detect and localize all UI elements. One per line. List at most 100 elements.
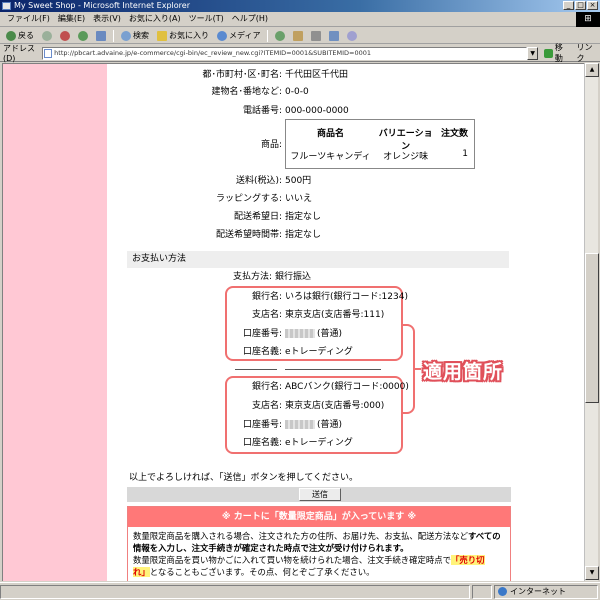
links-button[interactable]: リンク <box>576 42 600 64</box>
field-label: 建物名･番地など: <box>211 87 282 97</box>
product-label-row: 商品: <box>107 138 282 152</box>
menu-favorites[interactable]: お気に入り(A) <box>125 12 185 26</box>
notice-text: 数量限定商品を購入される場合、注文された方の住所、お届け先、お支払、配送方法など <box>133 531 468 541</box>
notice-line: 情報を入力し、注文手続きが確定された時点で注文が受け付けられます。 <box>133 543 409 553</box>
forward-button[interactable] <box>39 30 55 41</box>
toolbar-separator <box>267 29 269 42</box>
print-icon <box>311 30 322 41</box>
field-label: 都･市町村･区･町名: <box>202 70 282 80</box>
mail-button[interactable] <box>290 30 306 41</box>
address-row-city: 都･市町村･区･町名: 千代田区千代田 <box>107 68 507 82</box>
favorites-button[interactable]: お気に入り <box>154 29 212 43</box>
bank1-holder-row: 口座名義: eトレーディング <box>107 345 407 359</box>
address-bar: アドレス(D) http://pbcart.advaine.jp/e-comme… <box>0 42 600 64</box>
window-controls: _ □ × <box>563 1 598 10</box>
menu-bar: ファイル(F) 編集(E) 表示(V) お気に入り(A) ツール(T) ヘルプ(… <box>0 12 600 27</box>
minimize-button[interactable]: _ <box>563 1 574 10</box>
ie-app-icon <box>2 2 11 10</box>
field-value: 指定なし <box>285 212 322 222</box>
edit-icon <box>329 30 340 41</box>
close-button[interactable]: × <box>587 1 598 10</box>
messenger-icon <box>347 30 358 41</box>
notice-emphasis: すべての <box>468 531 501 541</box>
status-zone: インターネット <box>494 584 598 599</box>
field-value: (普通) <box>285 327 342 341</box>
refresh-button[interactable] <box>75 30 91 41</box>
search-label: 検索 <box>133 30 149 40</box>
forward-arrow-icon <box>42 30 52 41</box>
messenger-button[interactable] <box>344 30 360 41</box>
order-row-wrapping: ラッピングする: いいえ <box>107 192 507 206</box>
window-titlebar: My Sweet Shop - Microsoft Internet Explo… <box>0 0 600 12</box>
scroll-thumb[interactable] <box>585 253 599 403</box>
field-value: eトレーディング <box>285 347 353 357</box>
bank2-name-row: 銀行名: ABCバンク(銀行コード:0000) <box>107 380 409 394</box>
notice-text: となることもございます。その点、何とぞご了承ください。 <box>149 567 375 577</box>
notice-text: 数量限定商品を買い物かごに入れて買い物を続けられた場合、注文手続き確定時点で <box>133 555 451 565</box>
field-label: 口座名義: <box>242 438 282 448</box>
field-label: 配送希望時間帯: <box>215 230 282 240</box>
go-button[interactable]: 移動 <box>544 42 570 64</box>
scroll-down-button[interactable]: ▼ <box>585 566 599 580</box>
divider <box>235 369 277 370</box>
submit-button[interactable]: 送信 <box>299 488 341 501</box>
field-label: 口座名義: <box>242 347 282 357</box>
vertical-scrollbar[interactable]: ▲ ▼ <box>584 63 599 581</box>
field-value: 0-0-0 <box>285 87 309 97</box>
page-icon <box>44 48 53 58</box>
status-text <box>0 584 470 599</box>
masked-account-number <box>285 329 315 338</box>
field-label: 銀行名: <box>251 382 282 392</box>
menu-edit[interactable]: 編集(E) <box>54 12 89 26</box>
payment-section-header: お支払い方法 <box>127 251 509 268</box>
account-type: (普通) <box>317 420 343 430</box>
status-pane-empty <box>472 584 492 599</box>
field-label: ラッピングする: <box>215 194 282 204</box>
menu-tools[interactable]: ツール(T) <box>185 12 228 26</box>
history-button[interactable] <box>272 30 288 41</box>
history-icon <box>275 30 286 41</box>
field-value: (普通) <box>285 418 342 432</box>
scroll-up-button[interactable]: ▲ <box>585 63 599 77</box>
field-label: 支払方法: <box>232 272 272 282</box>
annotation-label: 適用箇所 <box>423 361 504 383</box>
back-button[interactable]: 戻る <box>3 29 37 43</box>
stop-icon <box>60 30 70 41</box>
address-row-phone: 電話番号: 000-000-0000 <box>107 104 507 118</box>
print-button[interactable] <box>308 30 324 41</box>
field-label: 口座番号: <box>242 329 282 339</box>
window-title: My Sweet Shop - Microsoft Internet Explo… <box>14 1 190 10</box>
masked-account-number <box>285 420 315 429</box>
menu-file[interactable]: ファイル(F) <box>3 12 54 26</box>
field-label: 配送希望日: <box>233 212 282 222</box>
field-value: 千代田区千代田 <box>285 70 349 80</box>
page-sidebar <box>3 64 107 581</box>
home-button[interactable] <box>93 30 109 41</box>
product-table: 商品名 バリエーション 注文数 フルーツキャンディ オレンジ味 1 <box>285 119 475 169</box>
search-button[interactable]: 検索 <box>118 29 152 43</box>
refresh-icon <box>78 30 88 41</box>
toolbar-separator <box>113 29 114 42</box>
edit-button[interactable] <box>326 30 342 41</box>
field-label: 電話番号: <box>242 106 282 116</box>
annotation-bracket-stub <box>415 368 421 370</box>
chevron-down-icon[interactable]: ▼ <box>527 46 539 60</box>
field-value: eトレーディング <box>285 438 353 448</box>
order-row-shipping: 送料(税込): 500円 <box>107 174 507 188</box>
home-icon <box>96 30 106 41</box>
order-row-delivery-time: 配送希望時間帯: 指定なし <box>107 228 507 242</box>
table-row: フルーツキャンディ オレンジ味 1 <box>286 149 474 162</box>
sold-out-highlight: れ」 <box>133 567 150 577</box>
url-input[interactable]: http://pbcart.advaine.jp/e-commerce/cgi-… <box>42 46 528 60</box>
media-icon <box>217 30 227 41</box>
menu-help[interactable]: ヘルプ(H) <box>228 12 272 26</box>
menu-view[interactable]: 表示(V) <box>89 12 125 26</box>
table-cell: 1 <box>462 149 468 159</box>
maximize-button[interactable]: □ <box>575 1 586 10</box>
windows-logo-icon: ⊞ <box>576 12 600 27</box>
media-button[interactable]: メディア <box>214 29 263 43</box>
field-label: 商品: <box>260 140 282 150</box>
submit-bar: 送信 <box>127 487 511 502</box>
stop-button[interactable] <box>57 30 73 41</box>
back-arrow-icon <box>6 30 16 41</box>
